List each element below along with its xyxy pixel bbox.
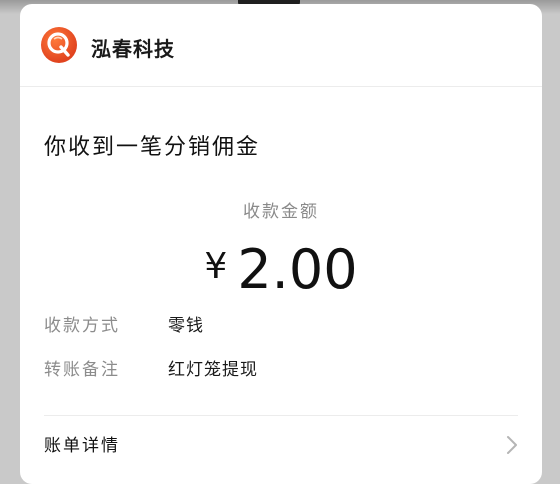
amount-display: ¥2.00 [20,236,542,301]
currency-symbol: ¥ [204,246,228,287]
detail-key: 收款方式 [44,316,120,336]
detail-row-remark: 转账备注 红灯笼提现 [44,355,524,381]
brand-name: 泓春科技 [91,37,175,61]
q-logo-icon [41,27,77,63]
notice-title: 你收到一笔分销佣金 [44,135,261,160]
detail-row-method: 收款方式 零钱 [44,311,524,337]
bill-details-label: 账单详情 [44,436,120,456]
amount-label: 收款金额 [243,202,319,222]
detail-key: 转账备注 [44,360,120,380]
bill-details-link[interactable]: 账单详情 [20,416,542,472]
message-card[interactable]: 泓春科技 你收到一笔分销佣金 收款金额 ¥2.00 收款方式 零钱 转账备注 红… [20,4,542,484]
detail-value: 红灯笼提现 [168,360,258,380]
chevron-right-icon [506,435,518,459]
card-header: 泓春科技 [20,4,542,87]
detail-value: 零钱 [168,316,204,336]
amount-value: 2.00 [237,238,358,301]
